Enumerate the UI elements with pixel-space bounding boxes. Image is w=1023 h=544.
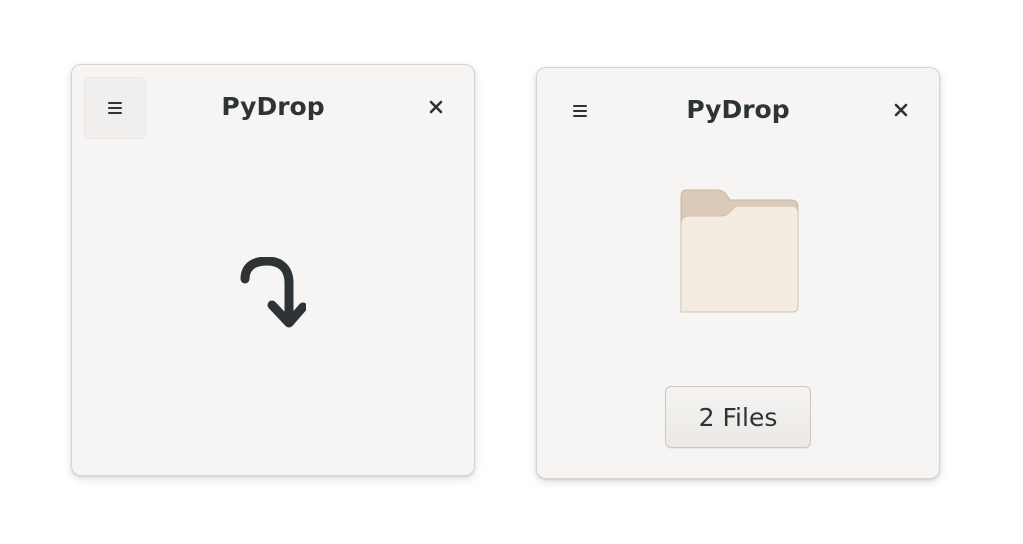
menu-button[interactable] <box>84 77 146 139</box>
folder-icon[interactable] <box>677 188 801 314</box>
pydrop-window-files: PyDrop 2 Files <box>536 67 940 479</box>
desktop: PyDrop PyDrop 2 Files <box>0 0 1023 544</box>
close-icon <box>894 103 908 117</box>
hamburger-menu-icon <box>108 102 122 114</box>
menu-button[interactable] <box>549 80 611 142</box>
hamburger-menu-icon <box>573 105 587 117</box>
files-button[interactable]: 2 Files <box>665 386 811 448</box>
pydrop-window-empty: PyDrop <box>71 64 475 476</box>
header-bar: PyDrop <box>72 65 474 151</box>
close-icon <box>429 100 443 114</box>
header-bar: PyDrop <box>537 68 939 154</box>
close-button[interactable] <box>885 94 917 126</box>
drop-arrow-icon <box>240 257 306 328</box>
close-button[interactable] <box>420 91 452 123</box>
